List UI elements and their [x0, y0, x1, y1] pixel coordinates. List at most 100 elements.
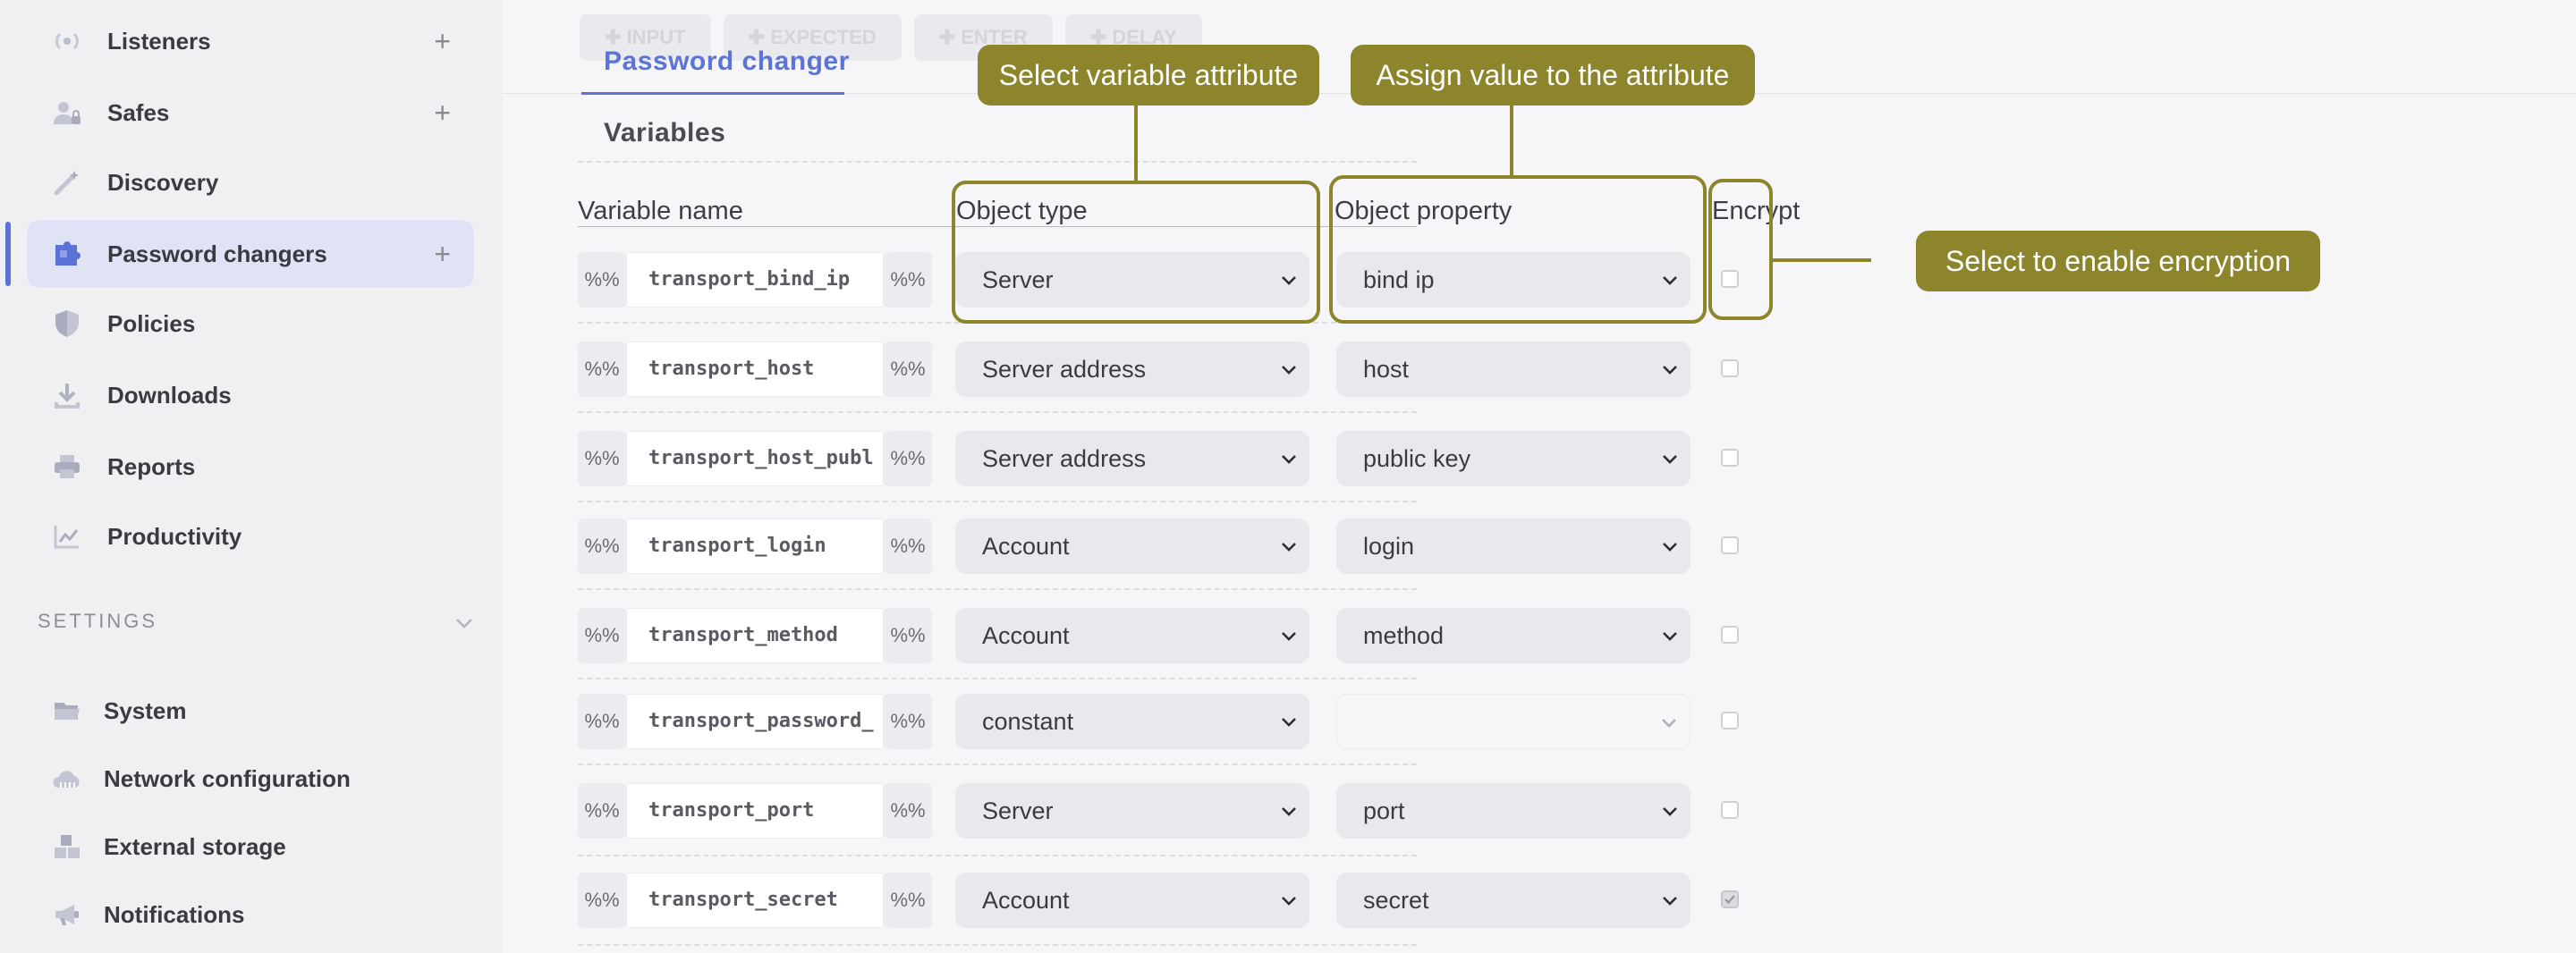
object-property-select[interactable]: login: [1336, 519, 1690, 574]
sidebar-item-label: External storage: [104, 833, 286, 860]
object-type-highlight: [952, 181, 1320, 324]
sidebar-item-password-changers[interactable]: Password changers +: [5, 220, 474, 288]
sidebar-item-notifications[interactable]: Notifications: [27, 883, 474, 946]
sidebar-item-reports[interactable]: Reports: [27, 433, 474, 501]
variable-suffix: %%: [884, 252, 932, 308]
object-property-select[interactable]: public key: [1336, 431, 1690, 486]
add-listener-button[interactable]: +: [434, 7, 451, 75]
variable-name-input[interactable]: transport_port: [626, 783, 884, 839]
tab-password-changer[interactable]: Password changer: [604, 46, 850, 77]
add-password-changer-button[interactable]: +: [434, 220, 451, 288]
variable-name-input[interactable]: transport_login: [626, 519, 884, 574]
magic-wand-icon: [52, 168, 82, 197]
object-type-select[interactable]: constant: [955, 694, 1309, 749]
row-divider: [578, 763, 1417, 765]
object-type-select[interactable]: Account: [955, 608, 1309, 663]
row-divider: [578, 944, 1417, 946]
object-property-select[interactable]: method: [1336, 608, 1690, 663]
variable-name-input[interactable]: transport_host_publ: [626, 431, 884, 486]
object-type-value: Server: [982, 797, 1054, 824]
variable-prefix: %%: [578, 694, 626, 749]
object-type-select[interactable]: Server: [955, 783, 1309, 839]
table-row: %% transport_host_publ %% Server address…: [578, 431, 1739, 488]
variable-name-input[interactable]: transport_method: [626, 608, 884, 663]
variable-suffix: %%: [884, 873, 932, 928]
variable-name-input[interactable]: transport_password_: [626, 694, 884, 749]
callout-assign-value: Assign value to the attribute: [1351, 45, 1755, 105]
row-divider: [578, 678, 1417, 679]
variable-prefix: %%: [578, 873, 626, 928]
download-icon: [52, 381, 82, 409]
chevron-down-icon: [1663, 632, 1677, 641]
variable-name-input[interactable]: transport_host: [626, 342, 884, 397]
object-property-select[interactable]: secret: [1336, 873, 1690, 928]
object-property-value: secret: [1363, 887, 1429, 914]
chevron-down-icon: [1282, 807, 1296, 816]
sidebar-item-network-configuration[interactable]: Network configuration: [27, 747, 474, 810]
encrypt-checkbox[interactable]: [1721, 801, 1739, 819]
sidebar-item-system[interactable]: System: [27, 679, 474, 742]
object-property-select[interactable]: host: [1336, 342, 1690, 397]
object-type-value: Account: [982, 533, 1070, 560]
encrypt-checkbox[interactable]: [1721, 626, 1739, 644]
variable-suffix: %%: [884, 431, 932, 486]
row-divider: [578, 501, 1417, 502]
chevron-down-icon[interactable]: [453, 611, 476, 635]
sidebar-item-external-storage[interactable]: External storage: [27, 815, 474, 878]
checkmark-icon: [1724, 895, 1735, 905]
object-property-select[interactable]: port: [1336, 783, 1690, 839]
callout-connector: [1134, 104, 1138, 181]
encrypt-checkbox[interactable]: [1721, 449, 1739, 467]
chevron-down-icon: [1282, 897, 1296, 906]
sidebar-item-policies[interactable]: Policies: [27, 290, 474, 358]
sidebar-item-productivity[interactable]: Productivity: [27, 502, 474, 570]
object-type-select[interactable]: Account: [955, 873, 1309, 928]
callout-connector: [1773, 258, 1871, 262]
encrypt-checkbox[interactable]: [1721, 536, 1739, 554]
row-divider: [578, 588, 1417, 590]
column-header-variable-name: Variable name: [578, 197, 743, 225]
chevron-down-icon: [1663, 543, 1677, 552]
chevron-down-icon: [1663, 807, 1677, 816]
chevron-down-icon: [1282, 718, 1296, 727]
table-row: %% transport_port %% Server port: [578, 783, 1739, 840]
object-type-select[interactable]: Account: [955, 519, 1309, 574]
table-row: %% transport_host %% Server address host: [578, 342, 1739, 399]
object-type-select[interactable]: Server address: [955, 342, 1309, 397]
add-safe-button[interactable]: +: [434, 79, 451, 147]
variable-prefix: %%: [578, 783, 626, 839]
row-divider: [578, 855, 1417, 856]
callout-connector: [1510, 104, 1513, 175]
sidebar-item-downloads[interactable]: Downloads: [27, 361, 474, 429]
chevron-down-icon: [1663, 366, 1677, 375]
variable-name-input[interactable]: transport_secret: [626, 873, 884, 928]
sidebar-item-discovery[interactable]: Discovery: [27, 148, 474, 216]
trend-chart-icon: [52, 522, 82, 551]
puzzle-icon: [52, 240, 82, 268]
object-type-value: Account: [982, 887, 1070, 914]
encrypt-checkbox[interactable]: [1721, 359, 1739, 377]
object-type-value: Server address: [982, 356, 1147, 383]
variable-name-input[interactable]: transport_bind_ip: [626, 252, 884, 308]
encrypt-checkbox-checked[interactable]: [1721, 890, 1739, 908]
variable-prefix: %%: [578, 342, 626, 397]
object-property-highlight: [1329, 175, 1707, 324]
object-property-value: host: [1363, 356, 1410, 383]
chevron-down-icon: [1663, 455, 1677, 464]
sidebar-item-listeners[interactable]: Listeners +: [27, 7, 474, 75]
sidebar-item-label: Safes: [107, 99, 170, 126]
boxes-icon: [52, 832, 82, 861]
main-content: ✚ INPUT ✚ EXPECTED ✚ ENTER ✚ DELAY Passw…: [503, 0, 2576, 953]
callout-select-variable-attribute: Select variable attribute: [978, 45, 1319, 105]
encrypt-checkbox[interactable]: [1721, 712, 1739, 730]
variable-prefix: %%: [578, 519, 626, 574]
object-type-select[interactable]: Server address: [955, 431, 1309, 486]
object-property-select[interactable]: [1336, 694, 1690, 749]
sidebar-item-label: Discovery: [107, 169, 219, 196]
sidebar-item-label: Productivity: [107, 523, 242, 550]
sidebar-item-label: Network configuration: [104, 765, 351, 792]
sidebar-item-safes[interactable]: Safes +: [27, 79, 474, 147]
chevron-down-icon: [1282, 366, 1296, 375]
cloud-icon: [52, 764, 82, 793]
encrypt-highlight: [1708, 179, 1773, 320]
